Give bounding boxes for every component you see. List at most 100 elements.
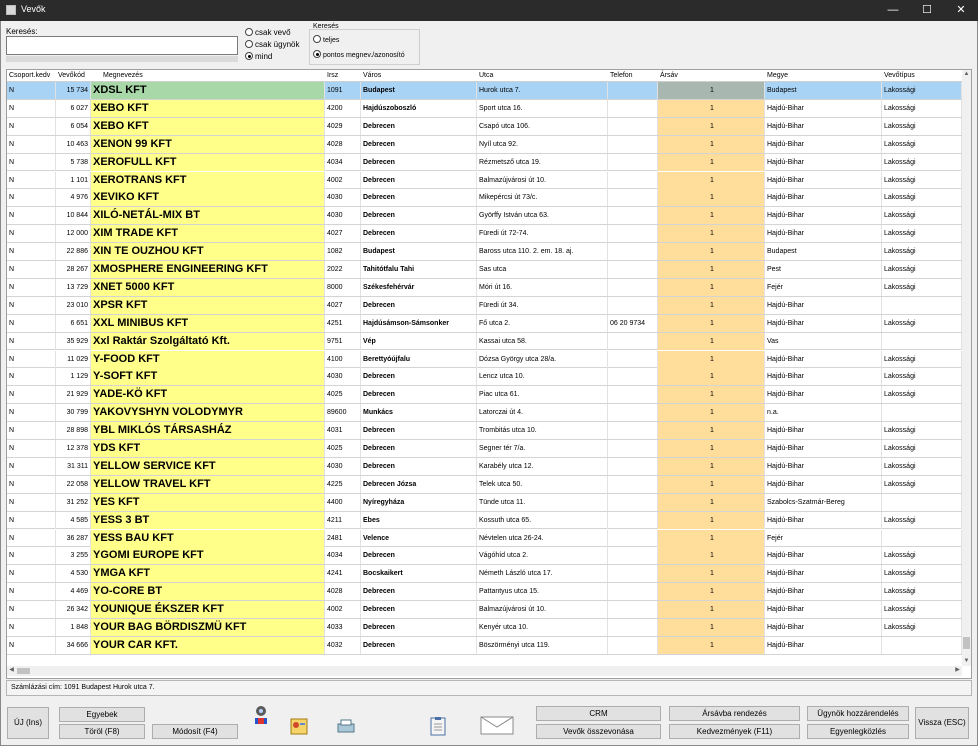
table-row[interactable]: N 23 010 XPSR KFT 4027 Debrecen Füredi út 34.… (7, 296, 962, 315)
table-row[interactable]: N3 255 YGOMI EUROPE KFT 4034 Debrecen Vágóhí… (7, 547, 962, 566)
cell-vevokod: 13 729 (56, 278, 91, 296)
cell-csoport: N (7, 117, 56, 135)
scroll-right-icon[interactable]: ▶ (953, 666, 962, 675)
table-row[interactable]: N6 054 XEBO KFT 4029 Debrecen Csapó utca 106… (7, 117, 962, 136)
table-row[interactable]: N 31 311 YELLOW SERVICE KFT 4030 Debrecen Kar… (7, 457, 962, 476)
cell-vevotipus (882, 332, 962, 350)
vertical-scrollbar[interactable]: ▲ ▼ (962, 70, 971, 666)
discounts-button[interactable]: Kedvezmények (F11) (669, 724, 800, 739)
table-row[interactable]: N1 848 YOUR BAG BÖRDISZMÜ KFT 4033 Debrecen… (7, 619, 962, 637)
table-row[interactable]: N6 027 XEBO KFT 4200 Hajdúszoboszló Sport ut… (7, 99, 962, 118)
radio-only-customer[interactable]: csak vevő (245, 28, 291, 37)
col-header-telefon[interactable]: Telefon (608, 70, 658, 82)
horizontal-scrollbar[interactable]: ◀ ▶ (7, 666, 962, 676)
printer-icon[interactable] (336, 716, 356, 736)
radio-only-agent[interactable]: csak ügynök (245, 40, 299, 49)
table-row[interactable]: N 15 734 XDSL KFT 1091 Budapest Hurok utca 7.… (7, 82, 962, 100)
table-row[interactable]: N1 101 XEROTRANS KFT 4002 Debrecen Balmazújv… (7, 171, 962, 190)
table-row[interactable]: N4 469 YO-CORE BT 4028 Debrecen Pattantyus u… (7, 583, 962, 602)
radio-all[interactable]: mind (245, 52, 272, 61)
cell-csoport: N (7, 583, 56, 601)
table-row[interactable]: N 12 000 XIM TRADE KFT 4027 Debrecen Füredi ú… (7, 225, 962, 244)
table-row[interactable]: N6 651 XXL MINIBUS KFT 4251 Hajdúsámson-Sám… (7, 314, 962, 333)
scroll-left-icon[interactable]: ◀ (7, 666, 16, 675)
table-row[interactable]: N 30 799 YAKOVYSHYN VOLODYMYR 89600 Munkács L… (7, 404, 962, 423)
cell-megye: Fejér (765, 278, 882, 296)
new-button[interactable]: ÚJ (Ins) (7, 707, 49, 739)
close-icon[interactable]: ✕ (944, 0, 978, 21)
table-row[interactable]: N1 129 Y-SOFT KFT 4030 Debrecen Lencz utca 1… (7, 368, 962, 387)
table-row[interactable]: N 35 929 Xxl Raktár Szolgáltató Kft. 9751 Vé… (7, 332, 962, 351)
cell-csoport: N (7, 511, 56, 529)
cell-csoport: N (7, 422, 56, 440)
scroll-thumb[interactable] (963, 637, 970, 649)
cell-megnevezes: XIM TRADE KFT (91, 225, 325, 243)
app-icon (6, 5, 16, 15)
balance-notice-button[interactable]: Egyenlegközlés (807, 724, 909, 739)
envelope-icon[interactable] (480, 714, 514, 736)
col-header-megye[interactable]: Megye (765, 70, 882, 82)
col-header-vevokod[interactable]: Vevőkód (56, 70, 91, 82)
cell-vevokod: 1 101 (56, 171, 91, 189)
hscroll-thumb[interactable] (17, 668, 30, 674)
search-input[interactable] (6, 36, 238, 55)
cell-irsz: 4028 (325, 583, 361, 601)
other-button[interactable]: Egyebek (59, 707, 145, 722)
radio-search-full[interactable]: teljes (313, 35, 339, 44)
table-row[interactable]: N 10 463 XENON 99 KFT 4028 Debrecen Nyíl utca… (7, 135, 962, 154)
cell-irsz: 2022 (325, 261, 361, 278)
table-row[interactable]: N 22 058 YELLOW TRAVEL KFT 4225 Debrecen Józ… (7, 475, 962, 494)
table-row[interactable]: N 21 929 YADE-KÖ KFT 4025 Debrecen Piac utca … (7, 386, 962, 405)
table-row[interactable]: N 12 378 YDS KFT 4025 Debrecen Segner tér 7/a… (7, 440, 962, 458)
table-row[interactable]: N 26 342 YOUNIQUE ÉKSZER KFT 4002 Debrecen Ba… (7, 601, 962, 619)
table-row[interactable]: N 13 729 XNET 5000 KFT 8000 Székesfehérvár Mó… (7, 278, 962, 297)
table-row[interactable]: N4 585 YESS 3 BT 4211 Ebes Kossuth utca 65. 1… (7, 511, 962, 530)
webcam-icon[interactable] (251, 705, 271, 725)
cell-megye: Hajdú-Bihar (765, 189, 882, 207)
col-header-varos[interactable]: Város (361, 70, 477, 82)
table-row[interactable]: N5 738 XEROFULL KFT 4034 Debrecen Rézmetsző … (7, 153, 962, 172)
modify-button[interactable]: Módosít (F4) (152, 724, 238, 739)
assign-agent-button[interactable]: Ügynök hozzárendelés (807, 706, 909, 721)
cell-csoport: N (7, 547, 56, 565)
maximize-icon[interactable]: ☐ (910, 0, 944, 21)
price-band-button[interactable]: Ársávba rendezés (669, 706, 800, 721)
table-row[interactable]: N 10 844 XILÓ-NETÁL-MIX BT 4030 Debrecen Györ… (7, 207, 962, 226)
table-row[interactable]: N 22 886 XIN TE OUZHOU KFT 1082 Budapest Baro… (7, 243, 962, 261)
table-row[interactable]: N4 976 XEVIKO KFT 4030 Debrecen Mikepércsi ú… (7, 189, 962, 208)
delete-button[interactable]: Töröl (F8) (59, 724, 145, 739)
cell-varos: Debrecen (361, 225, 477, 243)
col-header-utca[interactable]: Utca (477, 70, 608, 82)
cell-vevokod: 3 255 (56, 547, 91, 565)
scroll-up-icon[interactable]: ▲ (962, 70, 971, 79)
crm-button[interactable]: CRM (536, 706, 661, 721)
cell-arsav: 1 (658, 457, 765, 475)
cell-vevokod: 4 469 (56, 583, 91, 601)
cell-vevotipus: Lakossági (882, 422, 962, 440)
col-header-csoport[interactable]: Csoport.kedv (7, 70, 56, 82)
cell-csoport: N (7, 189, 56, 207)
radio-search-exact[interactable]: pontos megnev./azonosító (313, 50, 405, 59)
col-header-irsz[interactable]: Irsz (325, 70, 361, 82)
scroll-down-icon[interactable]: ▼ (962, 657, 971, 666)
back-button[interactable]: Vissza (ESC) (915, 707, 969, 739)
clipboard-icon[interactable] (428, 716, 448, 736)
col-header-vevotipus[interactable]: Vevőtípus (882, 70, 962, 82)
table-row[interactable]: N 36 287 YESS BAU KFT 2481 Velence Névtelen u… (7, 529, 962, 548)
cell-utca: Trombitás utca 10. (477, 422, 608, 440)
minimize-icon[interactable]: — (876, 0, 910, 21)
table-row[interactable]: N 34 666 YOUR CAR KFT. 4032 Debrecen Böszörmé… (7, 636, 962, 655)
cell-varos: Debrecen (361, 171, 477, 189)
table-row[interactable]: N4 530 YMGA KFT 4241 Bocskaikert Németh Lász… (7, 565, 962, 584)
contacts-icon[interactable] (289, 716, 309, 736)
table-row[interactable]: N 31 252 YES KFT 4400 Nyíregyháza Tünde utca … (7, 493, 962, 512)
col-header-arsav[interactable]: Ársáv (658, 70, 765, 82)
table-row[interactable]: N 28 898 YBL MIKLÓS TÁRSASHÁZ 4031 Debrecen T… (7, 422, 962, 440)
cell-vevokod: 15 734 (56, 82, 91, 99)
customer-grid[interactable]: Csoport.kedv Vevőkód Megnevezés Irsz Vár… (6, 69, 972, 679)
col-header-megnevezes[interactable]: Megnevezés (101, 70, 325, 82)
table-row[interactable]: N 11 029 Y-FOOD KFT 4100 Berettyóújfalu Dózsa… (7, 350, 962, 369)
cell-irsz: 1082 (325, 243, 361, 261)
table-row[interactable]: N 28 267 XMOSPHERE ENGINEERING KFT 2022 Tahi… (7, 261, 962, 279)
merge-customers-button[interactable]: Vevők összevonása (536, 724, 661, 739)
